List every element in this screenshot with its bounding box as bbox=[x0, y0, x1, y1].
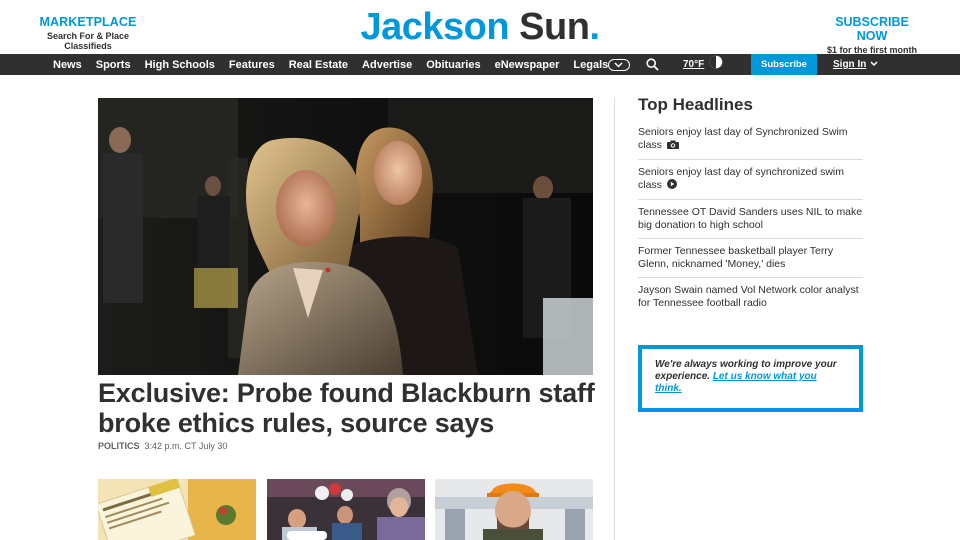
headline-text[interactable]: Former Tennessee basketball player Terry… bbox=[638, 245, 833, 270]
nav-item-real-estate[interactable]: Real Estate bbox=[282, 59, 355, 71]
headline-item[interactable]: Seniors enjoy last day of synchronized s… bbox=[638, 160, 863, 200]
hero-category[interactable]: POLITICS bbox=[98, 441, 140, 451]
nav-item-advertise[interactable]: Advertise bbox=[355, 59, 419, 71]
play-icon bbox=[666, 179, 677, 193]
search-icon[interactable] bbox=[646, 58, 659, 76]
headline-item[interactable]: Seniors enjoy last day of Synchronized S… bbox=[638, 120, 863, 160]
camera-icon bbox=[666, 140, 679, 153]
logo-dot: . bbox=[589, 6, 600, 48]
subscribe-promo-title[interactable]: SUBSCRIBE NOW bbox=[820, 15, 924, 43]
top-headlines-title: Top Headlines bbox=[638, 95, 753, 114]
headline-item[interactable]: Tennessee OT David Sanders uses NIL to m… bbox=[638, 200, 863, 239]
logo-word-1: Jackson bbox=[360, 6, 510, 48]
weather-widget[interactable]: 70°F bbox=[683, 55, 723, 74]
nav-items: News Sports High Schools Features Real E… bbox=[46, 54, 615, 75]
temperature[interactable]: 70°F bbox=[683, 59, 704, 70]
hero-timestamp: 3:42 p.m. CT July 30 bbox=[144, 441, 228, 451]
top-headlines-list: Seniors enjoy last day of Synchronized S… bbox=[638, 120, 863, 316]
sign-in-menu[interactable]: Sign In bbox=[833, 54, 878, 75]
masthead: MARKETPLACE Search For & Place Classifie… bbox=[0, 0, 960, 55]
thumbnail-image-1[interactable] bbox=[98, 479, 256, 540]
main-nav: News Sports High Schools Features Real E… bbox=[0, 54, 960, 75]
headline-item[interactable]: Jayson Swain named Vol Network color ana… bbox=[638, 278, 863, 316]
thumbnail-image-2[interactable] bbox=[266, 479, 425, 540]
headline-text[interactable]: Jayson Swain named Vol Network color ana… bbox=[638, 284, 859, 309]
column-divider bbox=[614, 98, 615, 540]
nav-item-high-schools[interactable]: High Schools bbox=[138, 59, 222, 71]
story-thumbnails bbox=[98, 479, 593, 540]
nav-item-features[interactable]: Features bbox=[222, 59, 282, 71]
hero-headline[interactable]: Exclusive: Probe found Blackburn staff b… bbox=[98, 378, 598, 438]
logo-word-2: Sun bbox=[519, 6, 590, 48]
subscribe-promo-link[interactable]: SUBSCRIBE NOW $1 for the first month bbox=[820, 15, 924, 55]
subscribe-button[interactable]: Subscribe bbox=[751, 54, 817, 75]
hero-meta: POLITICS 3:42 p.m. CT July 30 bbox=[98, 441, 227, 451]
more-menu-chevron-icon[interactable] bbox=[608, 59, 630, 71]
nav-item-enewspaper[interactable]: eNewspaper bbox=[488, 59, 567, 71]
moon-icon bbox=[709, 55, 723, 74]
nav-item-news[interactable]: News bbox=[46, 59, 89, 71]
headline-text[interactable]: Tennessee OT David Sanders uses NIL to m… bbox=[638, 206, 862, 231]
sign-in-label[interactable]: Sign In bbox=[833, 59, 866, 70]
feedback-box: We're always working to improve your exp… bbox=[638, 345, 863, 412]
chevron-down-icon[interactable] bbox=[870, 59, 878, 70]
nav-item-sports[interactable]: Sports bbox=[89, 59, 138, 71]
thumbnail-image-3[interactable] bbox=[435, 479, 593, 540]
hero-image[interactable] bbox=[98, 98, 593, 375]
headline-item[interactable]: Former Tennessee basketball player Terry… bbox=[638, 239, 863, 278]
site-logo[interactable]: Jackson Sun. bbox=[0, 6, 960, 49]
nav-item-obituaries[interactable]: Obituaries bbox=[419, 59, 487, 71]
